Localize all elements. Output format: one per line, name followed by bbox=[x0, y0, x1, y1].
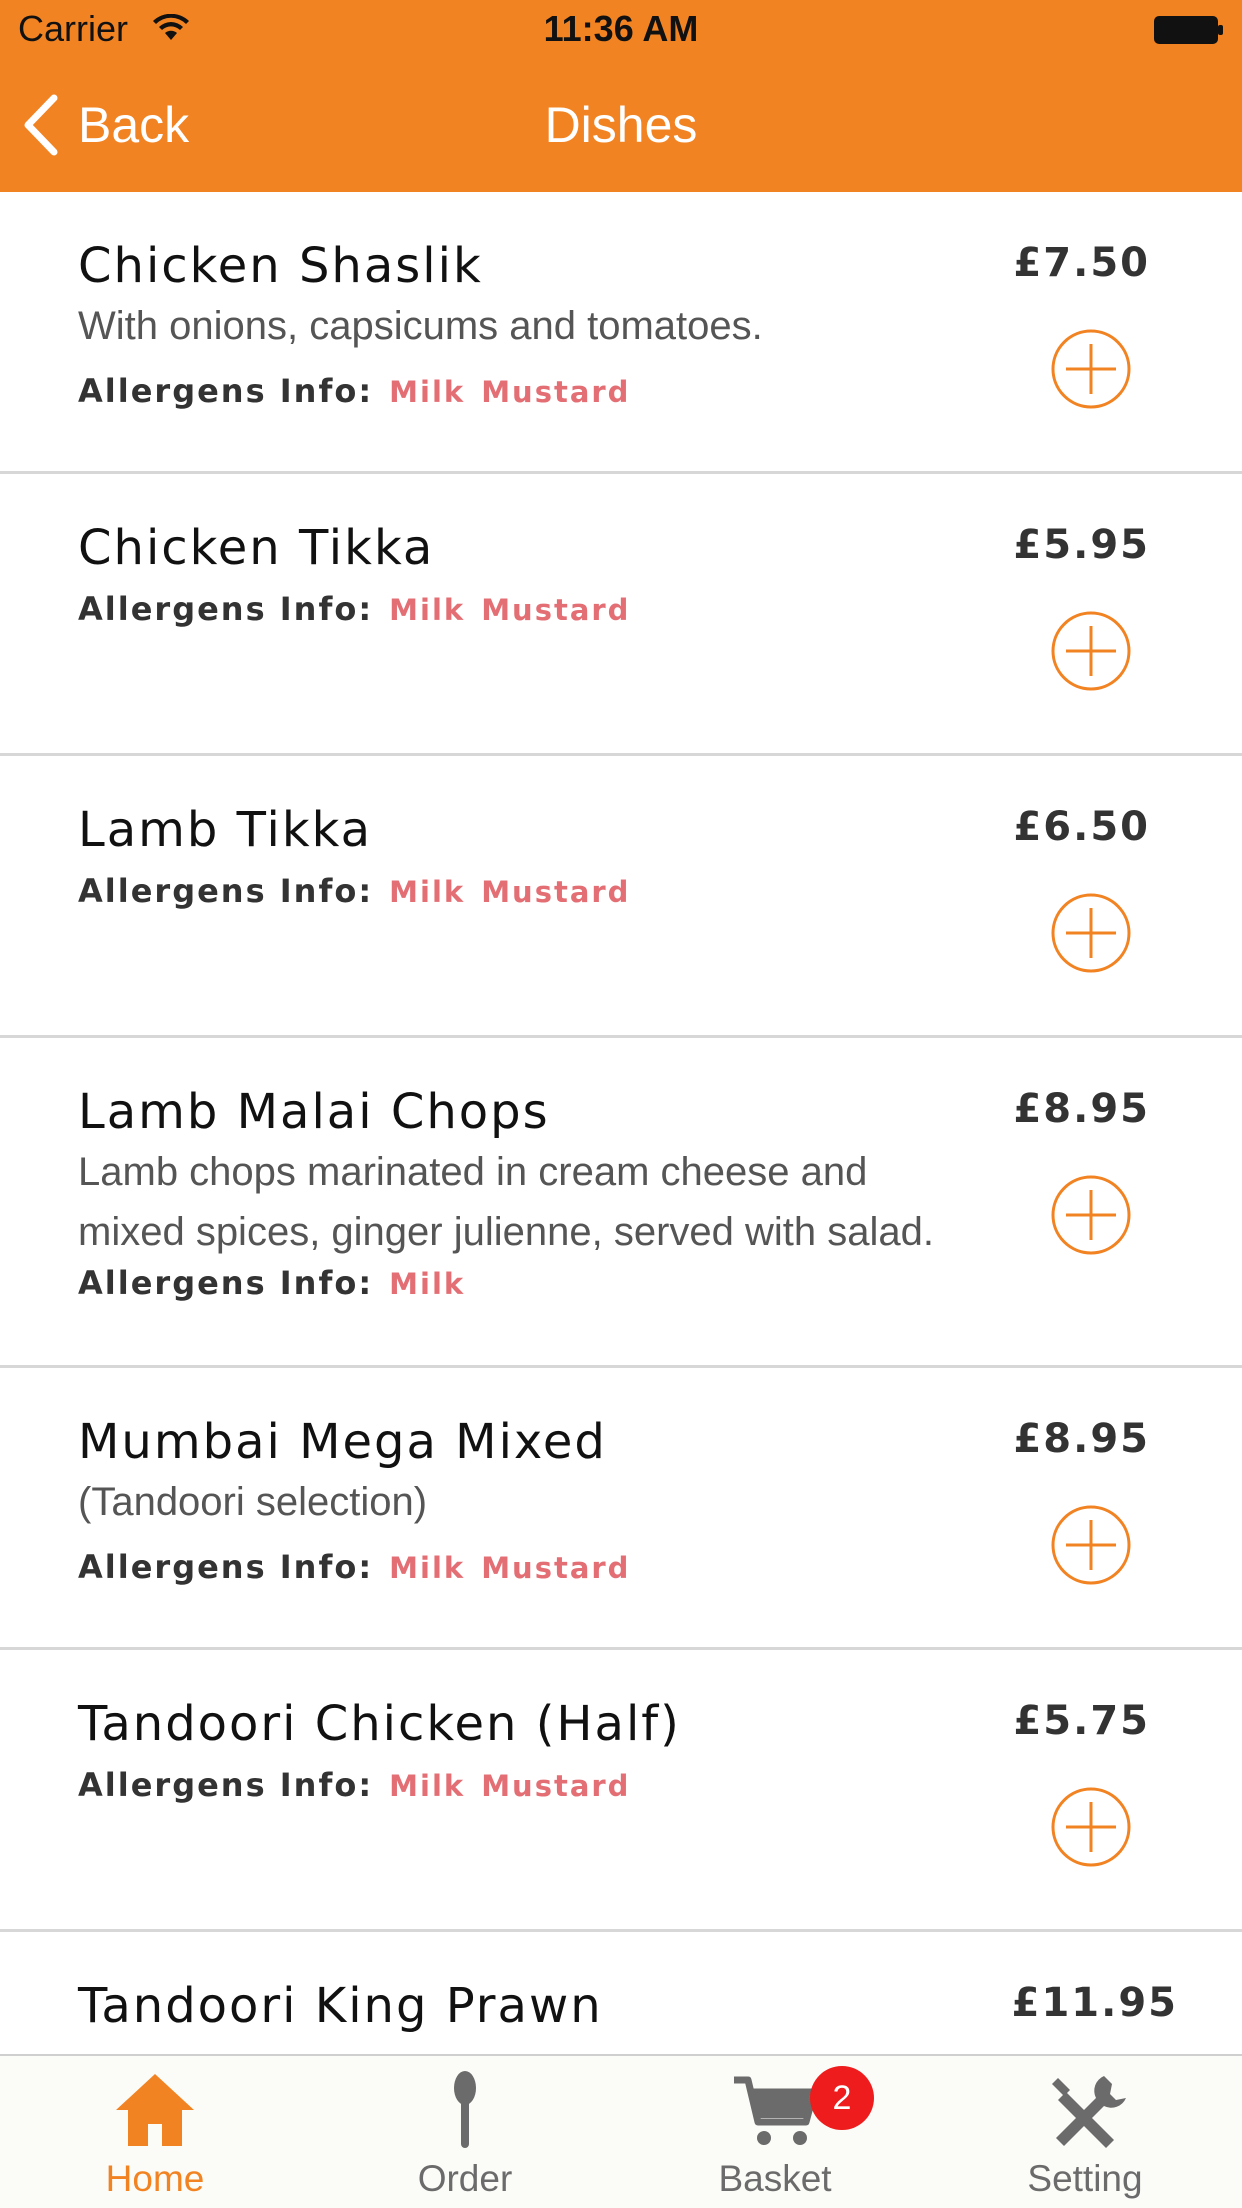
allergen-tag: Milk bbox=[389, 593, 466, 627]
allergen-tag: Mustard bbox=[481, 375, 631, 409]
home-icon bbox=[116, 2074, 194, 2146]
allergen-label: Allergens Info: bbox=[78, 1264, 374, 1302]
allergen-info: Allergens Info: Milk Mustard bbox=[78, 372, 630, 410]
dish-name: Chicken Tikka bbox=[78, 520, 435, 576]
dish-price: £6.50 bbox=[1013, 804, 1150, 850]
allergen-label: Allergens Info: bbox=[78, 872, 374, 910]
dish-row: Tandoori Chicken (Half) Allergens Info: … bbox=[0, 1650, 1242, 1932]
allergen-tag: Mustard bbox=[481, 593, 631, 627]
dish-price: £5.75 bbox=[1013, 1698, 1150, 1744]
dish-description: (Tandoori selection) bbox=[78, 1480, 428, 1524]
dish-row: Lamb Malai Chops Lamb chops marinated in… bbox=[0, 1038, 1242, 1368]
dish-name: Chicken Shaslik bbox=[78, 238, 483, 294]
allergen-tag: Mustard bbox=[481, 1769, 631, 1803]
dish-row: Chicken Tikka Allergens Info: Milk Musta… bbox=[0, 474, 1242, 756]
dish-row: Lamb Tikka Allergens Info: Milk Mustard … bbox=[0, 756, 1242, 1038]
dish-description: With onions, capsicums and tomatoes. bbox=[78, 304, 763, 348]
battery-icon bbox=[1154, 16, 1223, 44]
add-to-basket-button[interactable] bbox=[1050, 892, 1132, 974]
status-time: 11:36 AM bbox=[543, 8, 699, 49]
page-title: Dishes bbox=[544, 97, 698, 153]
add-to-basket-button[interactable] bbox=[1050, 328, 1132, 410]
top-bar: Carrier 11:36 AM Back Dishes bbox=[0, 0, 1242, 192]
dish-name: Lamb Malai Chops bbox=[78, 1084, 550, 1140]
add-to-basket-button[interactable] bbox=[1050, 1174, 1132, 1256]
dish-name: Tandoori Chicken (Half) bbox=[78, 1696, 681, 1752]
tab-label: Order bbox=[417, 2158, 513, 2199]
allergen-info: Allergens Info: Milk Mustard bbox=[78, 1548, 630, 1586]
allergen-label: Allergens Info: bbox=[78, 590, 374, 628]
allergen-label: Allergens Info: bbox=[78, 372, 374, 410]
allergen-tag: Milk bbox=[389, 375, 466, 409]
add-to-basket-button[interactable] bbox=[1050, 610, 1132, 692]
tab-label: Home bbox=[105, 2158, 205, 2199]
basket-count-badge: 2 bbox=[810, 2066, 874, 2130]
dish-price: £8.95 bbox=[1013, 1416, 1150, 1462]
dish-description: Lamb chops marinated in cream cheese and… bbox=[78, 1150, 934, 1254]
allergen-tag: Milk bbox=[389, 1551, 466, 1585]
spoon-icon bbox=[454, 2071, 476, 2148]
dish-row: Chicken Shaslik With onions, capsicums a… bbox=[0, 192, 1242, 474]
dish-row: Tandoori King Prawn £11.95 bbox=[0, 1932, 1242, 2054]
dish-list[interactable]: Chicken Shaslik With onions, capsicums a… bbox=[0, 192, 1242, 2054]
allergen-info: Allergens Info: Milk Mustard bbox=[78, 1766, 630, 1804]
tab-home[interactable]: Home bbox=[0, 2056, 310, 2208]
allergen-info: Allergens Info: Milk bbox=[78, 1264, 465, 1302]
add-to-basket-button[interactable] bbox=[1050, 1786, 1132, 1868]
tab-bar: Home Order Basket Setting 2 bbox=[0, 2054, 1242, 2208]
allergen-label: Allergens Info: bbox=[78, 1766, 374, 1804]
dish-price: £8.95 bbox=[1013, 1086, 1150, 1132]
tools-icon bbox=[1052, 2076, 1126, 2148]
dish-price: £7.50 bbox=[1013, 240, 1150, 286]
allergen-info: Allergens Info: Milk Mustard bbox=[78, 590, 630, 628]
tab-basket[interactable]: Basket bbox=[620, 2056, 930, 2208]
allergen-tag: Milk bbox=[389, 1267, 466, 1301]
dish-name: Mumbai Mega Mixed bbox=[78, 1414, 607, 1470]
dish-price: £11.95 bbox=[1011, 1980, 1178, 2026]
allergen-tag: Milk bbox=[389, 875, 466, 909]
dish-name: Tandoori King Prawn bbox=[78, 1978, 603, 2034]
allergen-info: Allergens Info: Milk Mustard bbox=[78, 872, 630, 910]
tab-label: Basket bbox=[718, 2158, 832, 2199]
tab-label: Setting bbox=[1027, 2158, 1143, 2199]
allergen-tag: Milk bbox=[389, 1769, 466, 1803]
dish-row: Mumbai Mega Mixed (Tandoori selection) A… bbox=[0, 1368, 1242, 1650]
dish-price: £5.95 bbox=[1013, 522, 1150, 568]
allergen-tag: Mustard bbox=[481, 875, 631, 909]
dish-name: Lamb Tikka bbox=[78, 802, 372, 858]
tab-order[interactable]: Order bbox=[310, 2056, 620, 2208]
tab-setting[interactable]: Setting bbox=[930, 2056, 1240, 2208]
cart-icon bbox=[734, 2076, 818, 2145]
allergen-label: Allergens Info: bbox=[78, 1548, 374, 1586]
allergen-tag: Mustard bbox=[481, 1551, 631, 1585]
status-bar: Carrier 11:36 AM bbox=[0, 0, 1242, 60]
add-to-basket-button[interactable] bbox=[1050, 1504, 1132, 1586]
